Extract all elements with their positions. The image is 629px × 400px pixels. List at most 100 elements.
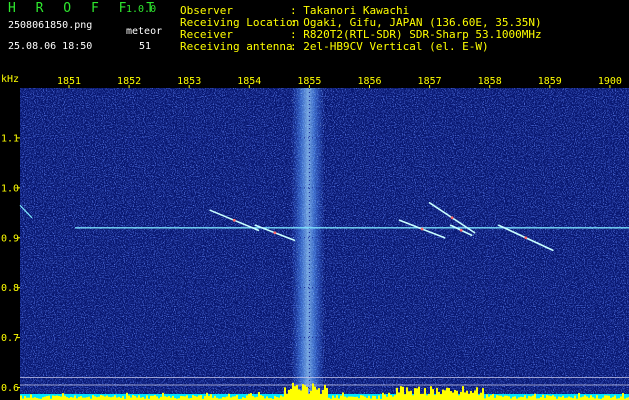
meteor-echo-head-3 (420, 227, 424, 231)
activity-bar (92, 395, 94, 400)
broadband-band-noise (291, 88, 325, 400)
x-tick-label: 1857 (418, 76, 442, 87)
activity-bar (192, 395, 194, 400)
activity-bar (152, 395, 154, 400)
x-axis-ticks: 1851 1852 1853 1854 1855 1856 1857 1858 1859 1900 (57, 76, 622, 88)
activity-bar (462, 386, 464, 400)
activity-bar (294, 386, 296, 400)
activity-bar (582, 396, 584, 400)
activity-bar (416, 388, 418, 400)
activity-bar (546, 395, 548, 400)
activity-bar (228, 393, 230, 400)
activity-bar (60, 396, 62, 400)
activity-bar (424, 388, 426, 400)
activity-bar (54, 395, 56, 400)
activity-bar (482, 388, 484, 400)
broadband-interference (291, 88, 325, 400)
datetime-label: 25.08.06 18:50 (8, 41, 93, 52)
y-axis-ticks: 1.1 1.0 0.9 0.8 0.7 0.6 (1, 133, 20, 394)
activity-bar (284, 387, 286, 400)
activity-bar (348, 396, 350, 400)
activity-bar (410, 390, 412, 400)
x-tick-label: 1853 (177, 76, 201, 87)
activity-bar (56, 395, 58, 400)
y-tick-label: 1.1 (1, 133, 19, 144)
activity-bar (196, 396, 198, 400)
activity-bar (408, 391, 410, 400)
activity-bar (500, 395, 502, 400)
activity-bar (164, 396, 166, 400)
activity-bar (452, 392, 454, 400)
activity-bar (394, 395, 396, 400)
activity-bar (432, 389, 434, 400)
activity-bar (532, 395, 534, 400)
activity-bar (464, 392, 466, 400)
activity-bar (568, 396, 570, 400)
activity-bar (396, 387, 398, 400)
activity-bar (102, 395, 104, 400)
activity-bar (304, 385, 306, 400)
activity-bar (106, 395, 108, 400)
activity-bar (326, 388, 328, 400)
activity-bar (30, 394, 32, 400)
activity-bar (162, 392, 164, 400)
activity-bar (436, 387, 438, 400)
activity-bar (498, 395, 500, 400)
activity-bar (508, 396, 510, 400)
activity-bar (300, 390, 302, 400)
y-tick-label: 0.9 (1, 233, 19, 244)
activity-bar (378, 395, 380, 400)
activity-bar (400, 386, 402, 400)
x-tick-label: 1856 (357, 76, 381, 87)
activity-bar (504, 395, 506, 400)
activity-bar (114, 395, 116, 400)
antenna-key: Receiving antenna (180, 40, 293, 53)
activity-bar (418, 386, 420, 400)
activity-bar (316, 389, 318, 400)
activity-bar (596, 395, 598, 400)
activity-bar (344, 396, 346, 400)
x-tick-label: 1854 (237, 76, 261, 87)
activity-bar (480, 392, 482, 400)
meteor-echo-head-2 (273, 231, 277, 235)
activity-bar (458, 395, 460, 400)
activity-bar (428, 393, 430, 400)
activity-bar (398, 392, 400, 400)
activity-bar (608, 395, 610, 400)
antenna-value: : 2el-HB9CV Vertical (el. E-W) (290, 40, 489, 53)
activity-bar (286, 393, 288, 400)
meteor-echo-head-5 (459, 228, 463, 232)
activity-bar (52, 395, 54, 400)
activity-bar (208, 396, 210, 400)
activity-bar (200, 395, 202, 400)
activity-bar (528, 395, 530, 400)
activity-bar (20, 395, 22, 400)
activity-bar (622, 393, 624, 400)
activity-bar (236, 394, 238, 400)
activity-bar (584, 395, 586, 400)
meteor-echo-head-6 (524, 236, 528, 240)
activity-bar (98, 396, 100, 400)
activity-bar (252, 396, 254, 400)
activity-bar (62, 393, 64, 400)
activity-bar (182, 396, 184, 400)
activity-bar (426, 395, 428, 400)
activity-bar (450, 391, 452, 400)
activity-bar (620, 396, 622, 400)
activity-bar (476, 387, 478, 400)
activity-bar (100, 395, 102, 400)
activity-bar (372, 395, 374, 400)
activity-bar (232, 396, 234, 400)
activity-bar (414, 388, 416, 400)
activity-bar (446, 387, 448, 400)
activity-bar (214, 395, 216, 400)
activity-bar (478, 395, 480, 400)
activity-bar (490, 395, 492, 400)
activity-bar (506, 395, 508, 400)
activity-bar (308, 393, 310, 400)
activity-bar (112, 396, 114, 400)
activity-bar (474, 390, 476, 400)
activity-bar (420, 393, 422, 400)
activity-bar (374, 395, 376, 400)
y-tick-label: 0.6 (1, 383, 19, 394)
